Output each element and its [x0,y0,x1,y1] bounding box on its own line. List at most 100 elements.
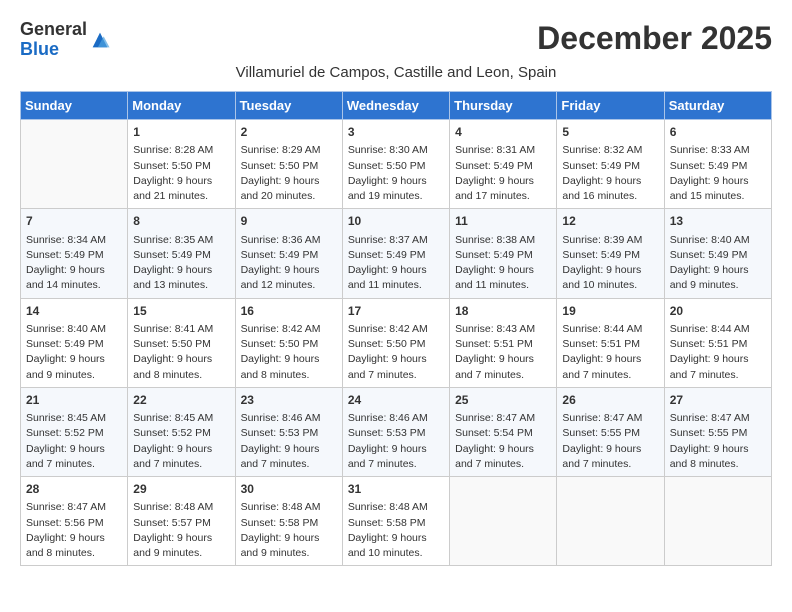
day-info: Sunrise: 8:45 AMSunset: 5:52 PMDaylight:… [133,411,229,472]
calendar-cell: 6 Sunrise: 8:33 AMSunset: 5:49 PMDaylight… [664,120,771,209]
day-number: 14 [26,303,122,320]
calendar-week-row: 7Sunrise: 8:34 AMSunset: 5:49 PMDaylight… [21,209,772,298]
calendar-cell: 3 Sunrise: 8:30 AMSunset: 5:50 PMDaylight… [342,120,449,209]
day-number: 13 [670,213,766,230]
calendar-header-monday: Monday [128,92,235,120]
day-number: 27 [670,392,766,409]
day-number: 25 [455,392,551,409]
calendar-cell: 22 Sunrise: 8:45 AMSunset: 5:52 PMDayligh… [128,387,235,476]
day-info: Sunrise: 8:46 AMSunset: 5:53 PMDaylight:… [348,411,444,472]
day-number: 23 [241,392,337,409]
calendar-cell [450,477,557,566]
calendar-cell: 21Sunrise: 8:45 AMSunset: 5:52 PMDayligh… [21,387,128,476]
logo: General Blue [20,20,111,60]
day-info: Sunrise: 8:31 AMSunset: 5:49 PMDaylight:… [455,143,551,204]
calendar-cell: 30 Sunrise: 8:48 AMSunset: 5:58 PMDayligh… [235,477,342,566]
day-number: 12 [562,213,658,230]
calendar-cell: 5 Sunrise: 8:32 AMSunset: 5:49 PMDaylight… [557,120,664,209]
day-number: 2 [241,124,337,141]
subtitle: Villamuriel de Campos, Castille and Leon… [20,64,772,81]
calendar-header-thursday: Thursday [450,92,557,120]
calendar-cell: 13 Sunrise: 8:40 AMSunset: 5:49 PMDayligh… [664,209,771,298]
calendar-cell: 24 Sunrise: 8:46 AMSunset: 5:53 PMDayligh… [342,387,449,476]
logo-icon [89,29,111,51]
day-info: Sunrise: 8:38 AMSunset: 5:49 PMDaylight:… [455,233,551,294]
day-number: 16 [241,303,337,320]
calendar-cell: 15 Sunrise: 8:41 AMSunset: 5:50 PMDayligh… [128,298,235,387]
calendar-header-tuesday: Tuesday [235,92,342,120]
calendar-header-sunday: Sunday [21,92,128,120]
calendar-cell: 27 Sunrise: 8:47 AMSunset: 5:55 PMDayligh… [664,387,771,476]
calendar-cell [557,477,664,566]
day-number: 1 [133,124,229,141]
day-info: Sunrise: 8:42 AMSunset: 5:50 PMDaylight:… [241,322,337,383]
day-info: Sunrise: 8:30 AMSunset: 5:50 PMDaylight:… [348,143,444,204]
day-info: Sunrise: 8:47 AMSunset: 5:55 PMDaylight:… [562,411,658,472]
day-number: 30 [241,481,337,498]
logo-general: General [20,19,87,39]
day-info: Sunrise: 8:41 AMSunset: 5:50 PMDaylight:… [133,322,229,383]
calendar-week-row: 1 Sunrise: 8:28 AMSunset: 5:50 PMDaylight… [21,120,772,209]
day-number: 7 [26,213,122,230]
day-number: 15 [133,303,229,320]
calendar-cell: 10 Sunrise: 8:37 AMSunset: 5:49 PMDayligh… [342,209,449,298]
day-number: 3 [348,124,444,141]
calendar-cell: 2 Sunrise: 8:29 AMSunset: 5:50 PMDaylight… [235,120,342,209]
calendar-cell: 12 Sunrise: 8:39 AMSunset: 5:49 PMDayligh… [557,209,664,298]
day-info: Sunrise: 8:47 AMSunset: 5:56 PMDaylight:… [26,500,122,561]
day-info: Sunrise: 8:40 AMSunset: 5:49 PMDaylight:… [26,322,122,383]
calendar-header-row: SundayMondayTuesdayWednesdayThursdayFrid… [21,92,772,120]
header-top: General Blue December 2025 [20,20,772,60]
day-number: 26 [562,392,658,409]
calendar-cell: 11 Sunrise: 8:38 AMSunset: 5:49 PMDayligh… [450,209,557,298]
calendar-cell: 18Sunrise: 8:43 AMSunset: 5:51 PMDayligh… [450,298,557,387]
calendar-week-row: 28 Sunrise: 8:47 AMSunset: 5:56 PMDayligh… [21,477,772,566]
day-info: Sunrise: 8:40 AMSunset: 5:49 PMDaylight:… [670,233,766,294]
calendar-cell: 1 Sunrise: 8:28 AMSunset: 5:50 PMDaylight… [128,120,235,209]
day-info: Sunrise: 8:29 AMSunset: 5:50 PMDaylight:… [241,143,337,204]
day-number: 17 [348,303,444,320]
page-title: December 2025 [537,20,772,57]
day-number: 5 [562,124,658,141]
day-number: 8 [133,213,229,230]
calendar-cell: 28 Sunrise: 8:47 AMSunset: 5:56 PMDayligh… [21,477,128,566]
day-info: Sunrise: 8:37 AMSunset: 5:49 PMDaylight:… [348,233,444,294]
day-number: 19 [562,303,658,320]
day-number: 21 [26,392,122,409]
day-info: Sunrise: 8:48 AMSunset: 5:57 PMDaylight:… [133,500,229,561]
calendar-cell: 9Sunrise: 8:36 AMSunset: 5:49 PMDaylight… [235,209,342,298]
day-info: Sunrise: 8:39 AMSunset: 5:49 PMDaylight:… [562,233,658,294]
day-number: 4 [455,124,551,141]
calendar-cell: 31Sunrise: 8:48 AMSunset: 5:58 PMDayligh… [342,477,449,566]
day-info: Sunrise: 8:32 AMSunset: 5:49 PMDaylight:… [562,143,658,204]
calendar-cell: 7Sunrise: 8:34 AMSunset: 5:49 PMDaylight… [21,209,128,298]
calendar-cell [21,120,128,209]
calendar-cell: 14 Sunrise: 8:40 AMSunset: 5:49 PMDayligh… [21,298,128,387]
calendar-cell: 26 Sunrise: 8:47 AMSunset: 5:55 PMDayligh… [557,387,664,476]
day-number: 24 [348,392,444,409]
day-info: Sunrise: 8:35 AMSunset: 5:49 PMDaylight:… [133,233,229,294]
day-number: 22 [133,392,229,409]
day-info: Sunrise: 8:28 AMSunset: 5:50 PMDaylight:… [133,143,229,204]
calendar-cell: 4 Sunrise: 8:31 AMSunset: 5:49 PMDaylight… [450,120,557,209]
day-info: Sunrise: 8:48 AMSunset: 5:58 PMDaylight:… [241,500,337,561]
day-number: 10 [348,213,444,230]
day-info: Sunrise: 8:44 AMSunset: 5:51 PMDaylight:… [562,322,658,383]
day-info: Sunrise: 8:47 AMSunset: 5:54 PMDaylight:… [455,411,551,472]
day-number: 28 [26,481,122,498]
calendar-cell: 17Sunrise: 8:42 AMSunset: 5:50 PMDayligh… [342,298,449,387]
calendar-cell: 29 Sunrise: 8:48 AMSunset: 5:57 PMDayligh… [128,477,235,566]
day-number: 20 [670,303,766,320]
calendar-week-row: 21 Sunrise: 8:45 AMSunset: 5:52 PMDayligh… [21,387,772,476]
day-info: Sunrise: 8:47 AMSunset: 5:55 PMDaylight:… [670,411,766,472]
calendar-cell: 23Sunrise: 8:46 AMSunset: 5:53 PMDayligh… [235,387,342,476]
calendar-table: SundayMondayTuesdayWednesdayThursdayFrid… [20,91,772,566]
day-info: Sunrise: 8:33 AMSunset: 5:49 PMDaylight:… [670,143,766,204]
day-number: 6 [670,124,766,141]
day-number: 29 [133,481,229,498]
calendar-cell: 8 Sunrise: 8:35 AMSunset: 5:49 PMDaylight… [128,209,235,298]
day-info: Sunrise: 8:43 AMSunset: 5:51 PMDaylight:… [455,322,551,383]
day-number: 31 [348,481,444,498]
day-number: 11 [455,213,551,230]
calendar-cell [664,477,771,566]
